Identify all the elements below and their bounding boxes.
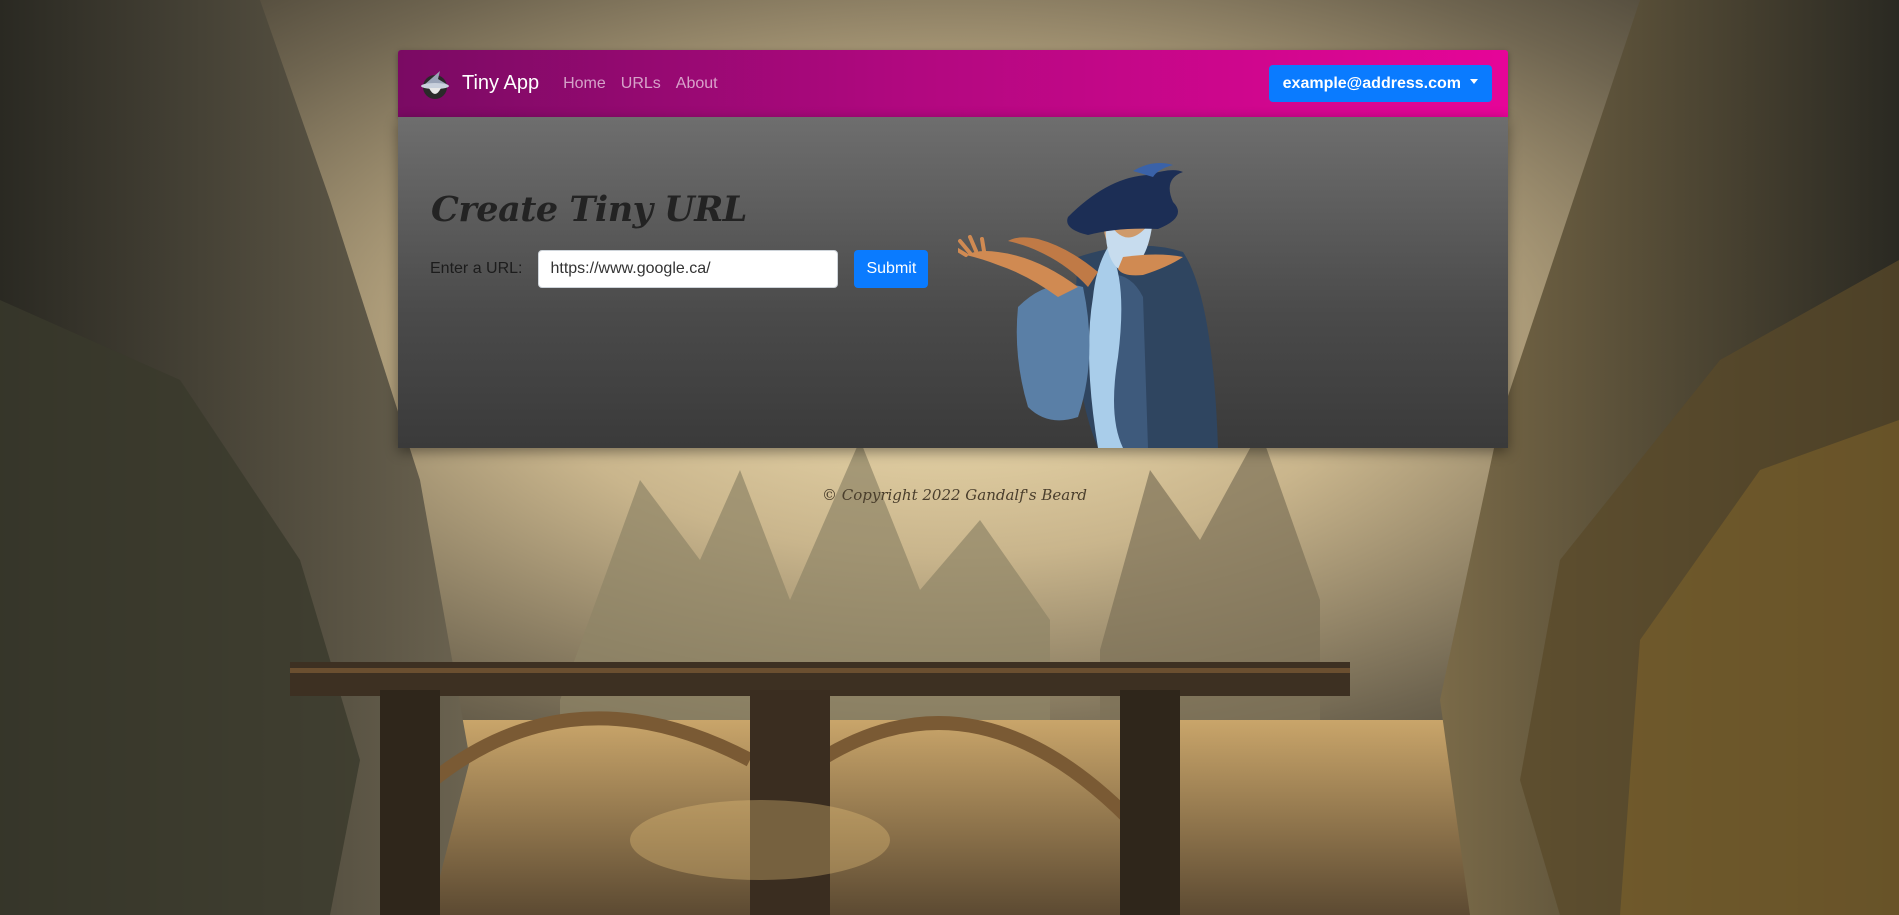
- caret-down-icon: [1470, 79, 1478, 84]
- brand-name: Tiny App: [462, 72, 540, 94]
- nav-link-home[interactable]: Home: [563, 75, 606, 93]
- footer-copyright: © Copyright 2022 Gandalf's Beard: [821, 486, 1087, 504]
- page-title: Create Tiny URL: [431, 189, 747, 230]
- nav-link-urls[interactable]: URLs: [621, 75, 661, 93]
- create-url-card: Create Tiny URL Enter a URL: Submit: [398, 117, 1508, 448]
- app-container: Tiny App Home URLs About example@address…: [398, 50, 1508, 448]
- user-email: example@address.com: [1282, 74, 1461, 92]
- brand[interactable]: Tiny App: [418, 67, 539, 101]
- wizard-illustration: [958, 163, 1218, 448]
- wizard-hat-icon: [421, 70, 449, 99]
- submit-button[interactable]: Submit: [854, 250, 929, 288]
- nav-links: Home URLs About: [563, 75, 733, 93]
- create-url-form: Enter a URL: Submit: [430, 250, 929, 288]
- url-label: Enter a URL:: [430, 260, 523, 277]
- user-dropdown-button[interactable]: example@address.com: [1268, 65, 1492, 102]
- url-input[interactable]: [538, 250, 839, 288]
- nav-link-about[interactable]: About: [676, 75, 718, 93]
- navbar: Tiny App Home URLs About example@address…: [398, 50, 1508, 117]
